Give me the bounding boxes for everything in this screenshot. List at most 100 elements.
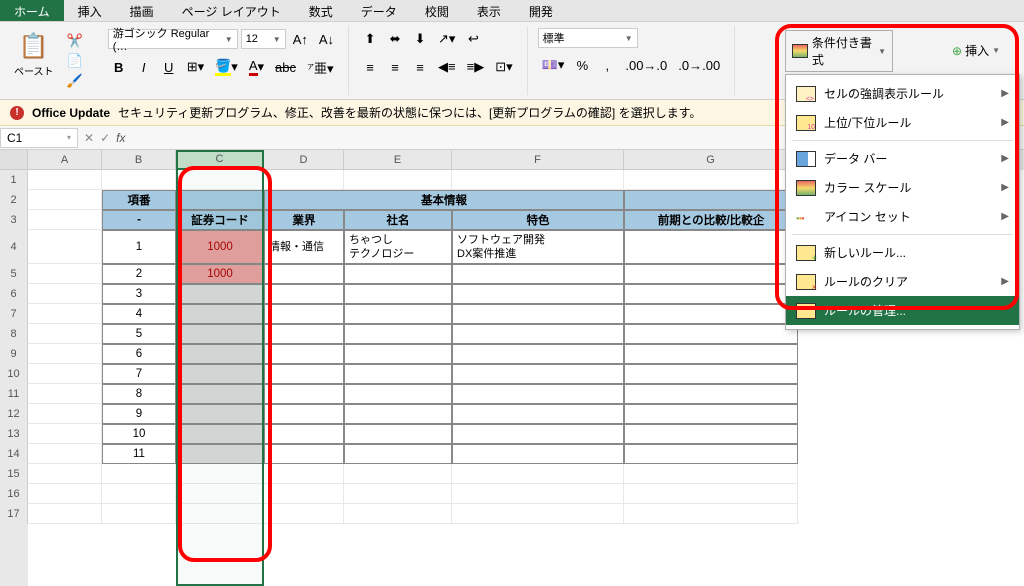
conditional-formatting-button[interactable]: 条件付き書式 ▼ — [785, 30, 893, 72]
tab-insert[interactable]: 挿入 — [64, 0, 116, 21]
align-middle-button[interactable]: ⬌ — [384, 28, 406, 50]
col-header[interactable]: B — [102, 150, 176, 170]
cell[interactable] — [102, 170, 176, 190]
tab-draw[interactable]: 描画 — [116, 0, 168, 21]
cf-menu-topbottom-rules[interactable]: 上位/下位ルール ▶ — [786, 108, 1019, 137]
font-size-select[interactable]: 12▼ — [241, 29, 286, 49]
font-family-select[interactable]: 游ゴシック Regular (…▼ — [108, 29, 238, 49]
percent-button[interactable]: % — [571, 54, 593, 76]
fill-color-button[interactable]: 🪣▾ — [211, 56, 242, 78]
row-header[interactable]: 15 — [0, 464, 28, 484]
row-header[interactable]: 17 — [0, 504, 28, 524]
number-format-select[interactable]: 標準▼ — [538, 28, 638, 48]
comma-button[interactable]: , — [596, 54, 618, 76]
confirm-formula-icon[interactable]: ✓ — [100, 131, 110, 145]
row-header[interactable]: 14 — [0, 444, 28, 464]
increase-font-button[interactable]: A↑ — [289, 28, 312, 50]
cf-menu-highlight-rules[interactable]: セルの強調表示ルール ▶ — [786, 79, 1019, 108]
row-header[interactable]: 5 — [0, 264, 28, 284]
fx-icon[interactable]: fx — [116, 131, 125, 145]
select-all-corner[interactable] — [0, 150, 28, 170]
orientation-button[interactable]: ↗▾ — [434, 28, 459, 50]
cell[interactable]: 1 — [102, 230, 176, 264]
cell[interactable] — [28, 170, 102, 190]
align-left-button[interactable]: ≡ — [359, 56, 381, 78]
wrap-text-button[interactable]: ↩ — [462, 28, 484, 50]
align-center-button[interactable]: ≡ — [384, 56, 406, 78]
row-header[interactable]: 9 — [0, 344, 28, 364]
paste-button[interactable]: 📋 ペースト — [8, 30, 60, 80]
cf-menu-clear-rules[interactable]: ルールのクリア ▶ — [786, 267, 1019, 296]
tab-pagelayout[interactable]: ページ レイアウト — [168, 0, 295, 21]
cf-menu-manage-rules[interactable]: ルールの管理... — [786, 296, 1019, 325]
increase-decimal-button[interactable]: .00→.0 — [621, 54, 671, 76]
cancel-formula-icon[interactable]: ✕ — [84, 131, 94, 145]
cell[interactable] — [28, 210, 102, 230]
col-header[interactable]: D — [264, 150, 344, 170]
col-header[interactable]: G — [624, 150, 798, 170]
cell[interactable] — [624, 230, 798, 264]
row-header[interactable]: 13 — [0, 424, 28, 444]
row-header[interactable]: 12 — [0, 404, 28, 424]
tab-data[interactable]: データ — [347, 0, 411, 21]
align-top-button[interactable]: ⬆ — [359, 28, 381, 50]
currency-button[interactable]: 💷▾ — [538, 54, 569, 76]
row-header[interactable]: 11 — [0, 384, 28, 404]
cell[interactable] — [344, 170, 452, 190]
cell[interactable] — [624, 170, 798, 190]
cell[interactable] — [452, 170, 624, 190]
cf-menu-color-scales[interactable]: カラー スケール ▶ — [786, 173, 1019, 202]
cf-menu-new-rule[interactable]: 新しいルール... — [786, 238, 1019, 267]
tab-view[interactable]: 表示 — [463, 0, 515, 21]
name-box[interactable]: C1▾ — [0, 128, 78, 148]
cell[interactable]: ちゃつし テクノロジー — [344, 230, 452, 264]
col-header[interactable]: C — [176, 150, 264, 170]
cell[interactable]: 業界 — [264, 210, 344, 230]
align-right-button[interactable]: ≡ — [409, 56, 431, 78]
increase-indent-button[interactable]: ≡▶ — [463, 56, 489, 78]
cell[interactable]: ソフトウェア開発 DX案件推進 — [452, 230, 624, 264]
cell[interactable]: 1000 — [176, 230, 264, 264]
row-header[interactable]: 7 — [0, 304, 28, 324]
tab-home[interactable]: ホーム — [0, 0, 64, 21]
font-color-button[interactable]: A▾ — [245, 56, 268, 78]
cell[interactable]: 証券コード — [176, 210, 264, 230]
merge-button[interactable]: ⊡▾ — [491, 56, 516, 78]
decrease-font-button[interactable]: A↓ — [315, 28, 338, 50]
col-header[interactable]: F — [452, 150, 624, 170]
align-bottom-button[interactable]: ⬇ — [409, 28, 431, 50]
underline-button[interactable]: U — [158, 56, 180, 78]
row-header[interactable]: 8 — [0, 324, 28, 344]
cell[interactable]: 前期との比較/比較企 — [624, 210, 798, 230]
cell[interactable] — [624, 190, 798, 210]
row-header[interactable]: 16 — [0, 484, 28, 504]
tab-review[interactable]: 校閲 — [411, 0, 463, 21]
cell[interactable] — [176, 190, 264, 210]
row-header[interactable]: 3 — [0, 210, 28, 230]
phonetic-button[interactable]: ア亜▾ — [303, 56, 338, 78]
decrease-indent-button[interactable]: ◀≡ — [434, 56, 460, 78]
format-painter-icon[interactable]: 🖌️ — [64, 72, 86, 90]
cell[interactable]: 項番 — [102, 190, 176, 210]
italic-button[interactable]: I — [133, 56, 155, 78]
cell[interactable]: 基本情報 — [264, 190, 624, 210]
row-header[interactable]: 4 — [0, 230, 28, 264]
bold-button[interactable]: B — [108, 56, 130, 78]
cell[interactable] — [28, 190, 102, 210]
decrease-decimal-button[interactable]: .0→.00 — [674, 54, 724, 76]
cell[interactable] — [176, 170, 264, 190]
copy-icon[interactable]: 📄 — [64, 52, 86, 70]
tab-developer[interactable]: 開発 — [515, 0, 567, 21]
cell[interactable]: 情報・通信 — [264, 230, 344, 264]
cell[interactable]: 社名 — [344, 210, 452, 230]
strike-button[interactable]: abc — [271, 56, 300, 78]
row-header[interactable]: 10 — [0, 364, 28, 384]
row-header[interactable]: 1 — [0, 170, 28, 190]
row-header[interactable]: 2 — [0, 190, 28, 210]
col-header[interactable]: A — [28, 150, 102, 170]
cut-icon[interactable]: ✂️ — [64, 32, 86, 50]
tab-formula[interactable]: 数式 — [295, 0, 347, 21]
cf-menu-icon-sets[interactable]: アイコン セット ▶ — [786, 202, 1019, 231]
cell[interactable] — [28, 230, 102, 264]
cell[interactable]: - — [102, 210, 176, 230]
